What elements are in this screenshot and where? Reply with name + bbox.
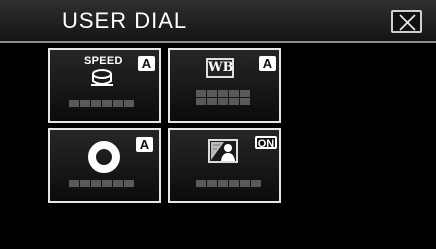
setting-value-placeholder bbox=[196, 90, 250, 105]
wb-icon: WB bbox=[206, 58, 234, 78]
setting-value-placeholder bbox=[69, 180, 134, 187]
close-button[interactable] bbox=[391, 10, 422, 33]
page-title: USER DIAL bbox=[62, 8, 188, 33]
setting-value-placeholder bbox=[196, 180, 261, 187]
backlight-compensation-icon bbox=[208, 139, 238, 163]
tile-speed[interactable]: SPEED A bbox=[48, 48, 161, 123]
setting-value-placeholder bbox=[69, 100, 134, 107]
header-divider bbox=[0, 41, 436, 43]
on-badge: ON bbox=[255, 136, 277, 150]
speed-dial-icon bbox=[91, 69, 113, 86]
auto-badge: A bbox=[138, 56, 155, 71]
tile-iris[interactable]: A bbox=[48, 128, 161, 203]
tile-backlight[interactable]: ON bbox=[168, 128, 281, 203]
close-icon bbox=[399, 14, 416, 31]
header-bar: USER DIAL bbox=[0, 0, 436, 41]
auto-badge: A bbox=[136, 137, 153, 152]
tile-white-balance[interactable]: WB A bbox=[168, 48, 281, 123]
user-dial-screen: USER DIAL SPEED A WB A A ON bbox=[0, 0, 436, 249]
speed-label: SPEED bbox=[84, 55, 123, 67]
iris-icon bbox=[88, 141, 120, 173]
auto-badge: A bbox=[259, 56, 276, 71]
